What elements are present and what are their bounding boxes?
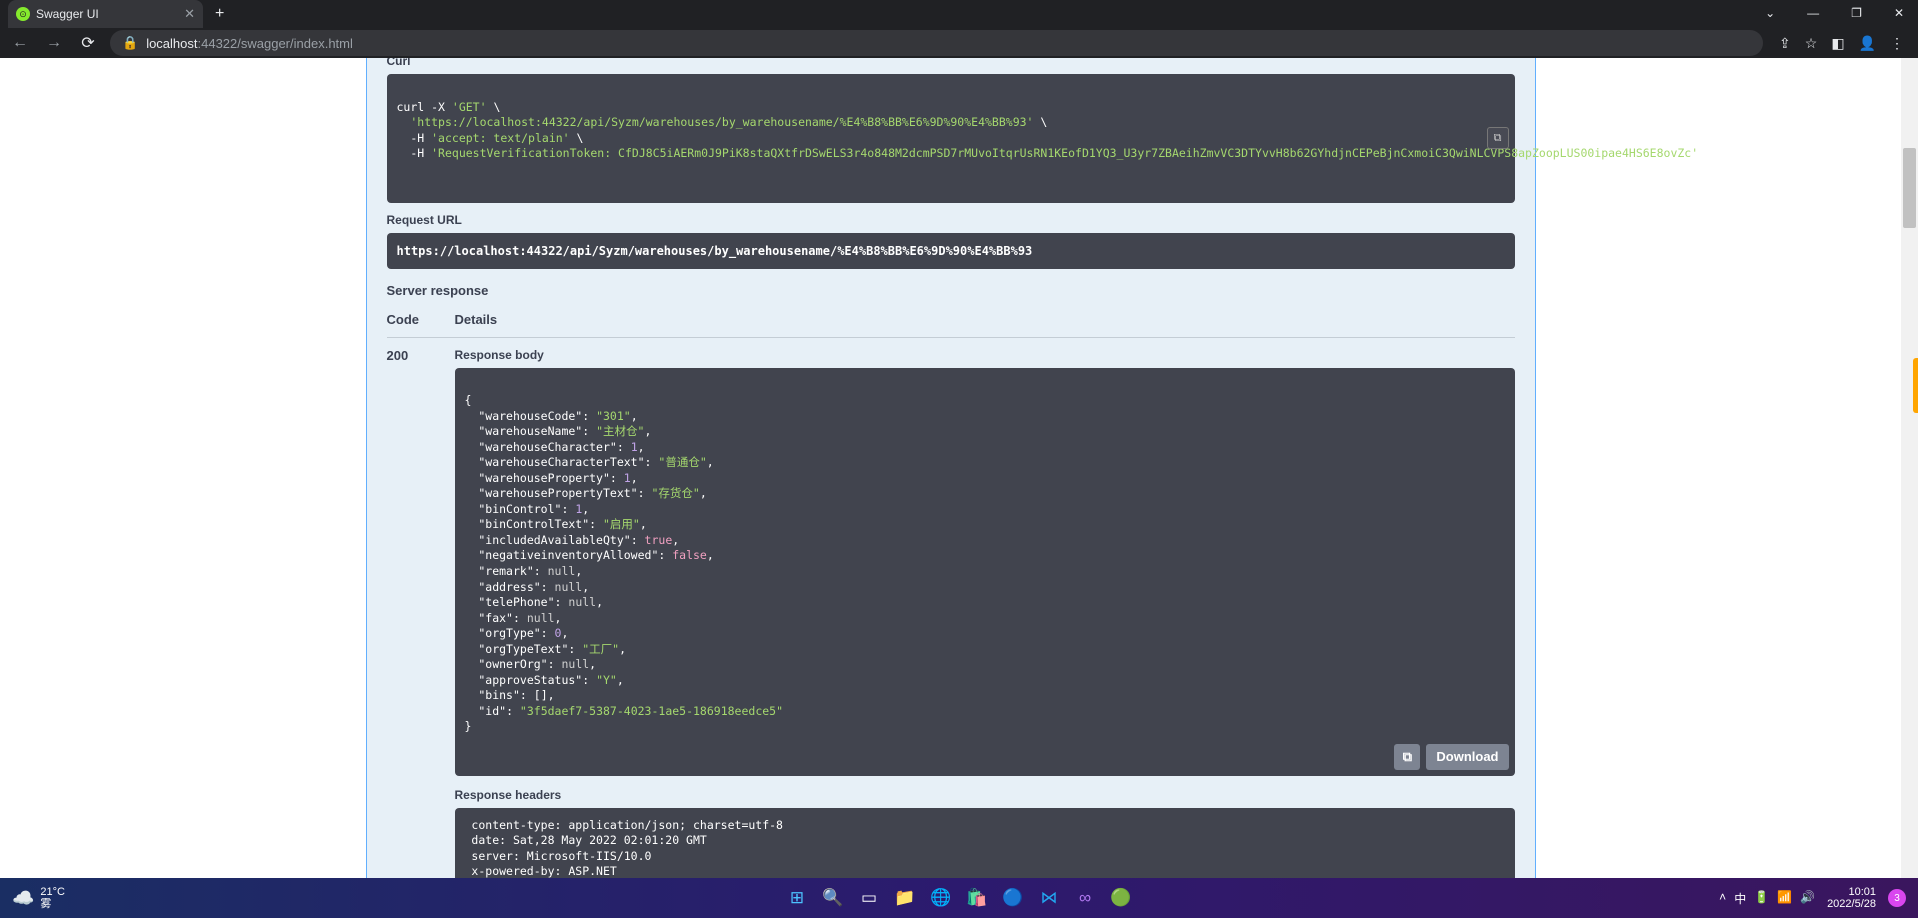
vscode-icon[interactable]: ⋈	[1034, 883, 1064, 913]
response-header-row: Code Details	[387, 304, 1515, 338]
col-code: Code	[387, 312, 455, 327]
weather-widget[interactable]: ☁️ 21°C 雾	[0, 886, 65, 910]
response-body-block: { "warehouseCode": "301", "warehouseName…	[455, 368, 1515, 776]
curl-block: curl -X 'GET' \ 'https://localhost:44322…	[387, 74, 1515, 203]
window-controls: ⌄ — ❐ ✕	[1759, 4, 1910, 22]
tray-chevron-icon[interactable]: ˄	[1719, 890, 1726, 907]
wifi-icon[interactable]: 📶	[1777, 890, 1792, 907]
menu-icon[interactable]: ⋮	[1890, 35, 1904, 52]
profile-icon[interactable]: 👤	[1859, 35, 1876, 52]
back-button[interactable]: ←	[8, 34, 32, 52]
copy-response-button[interactable]: ⧉	[1394, 744, 1420, 770]
weather-icon: ☁️	[12, 888, 34, 909]
search-button[interactable]: 🔍	[818, 883, 848, 913]
curl-label: Curl	[387, 58, 1515, 68]
url-input[interactable]: 🔒 localhost:44322/swagger/index.html	[110, 30, 1763, 56]
response-body-label: Response body	[455, 348, 1515, 362]
tab-bar: ⊙ Swagger UI ✕ + ⌄ — ❐ ✕	[0, 0, 1918, 28]
side-handle-icon[interactable]	[1913, 358, 1918, 413]
visual-studio-icon[interactable]: ∞	[1070, 883, 1100, 913]
chevron-down-icon[interactable]: ⌄	[1759, 4, 1781, 22]
new-tab-button[interactable]: +	[215, 5, 224, 23]
volume-icon[interactable]: 🔊	[1800, 890, 1815, 907]
lock-icon: 🔒	[122, 35, 138, 51]
url-host: localhost	[146, 36, 197, 51]
start-button[interactable]: ⊞	[782, 883, 812, 913]
notification-badge[interactable]: 3	[1888, 889, 1906, 907]
share-icon[interactable]: ⇪	[1779, 35, 1791, 52]
copy-curl-button[interactable]: ⧉	[1487, 127, 1509, 149]
taskbar: ☁️ 21°C 雾 ⊞ 🔍 ▭ 📁 🌐 🛍️ 🔵 ⋈ ∞ 🟢 ˄ 中 🔋 📶 🔊…	[0, 878, 1918, 918]
battery-icon[interactable]: 🔋	[1754, 890, 1769, 907]
reload-button[interactable]: ⟳	[76, 33, 100, 53]
response-code: 200	[387, 348, 455, 363]
response-headers-label: Response headers	[455, 788, 1515, 802]
minimize-icon[interactable]: —	[1801, 4, 1825, 22]
store-icon[interactable]: 🛍️	[962, 883, 992, 913]
date: 2022/5/28	[1827, 898, 1876, 910]
request-url-block: https://localhost:44322/api/Syzm/warehou…	[387, 233, 1515, 269]
address-bar: ← → ⟳ 🔒 localhost:44322/swagger/index.ht…	[0, 28, 1918, 58]
clock[interactable]: 10:01 2022/5/28	[1827, 886, 1876, 910]
weather-desc: 雾	[40, 898, 65, 910]
star-icon[interactable]: ☆	[1805, 35, 1818, 52]
maximize-icon[interactable]: ❐	[1845, 4, 1868, 22]
close-window-icon[interactable]: ✕	[1888, 4, 1910, 22]
operation-panel: Curl curl -X 'GET' \ 'https://localhost:…	[366, 58, 1536, 878]
file-explorer-icon[interactable]: 📁	[890, 883, 920, 913]
tab-title: Swagger UI	[36, 7, 99, 21]
col-details: Details	[455, 312, 498, 327]
chrome-icon[interactable]: 🟢	[1106, 883, 1136, 913]
browser-tab[interactable]: ⊙ Swagger UI ✕	[8, 0, 203, 28]
scrollbar-thumb[interactable]	[1903, 148, 1916, 228]
sidepanel-icon[interactable]: ◧	[1831, 35, 1844, 52]
ime-icon[interactable]: 中	[1734, 890, 1746, 907]
url-path: :44322/swagger/index.html	[198, 36, 353, 51]
request-url-label: Request URL	[387, 213, 1515, 227]
forward-button[interactable]: →	[42, 34, 66, 52]
temperature: 21°C	[40, 886, 65, 898]
response-headers-block: content-type: application/json; charset=…	[455, 808, 1515, 878]
close-tab-icon[interactable]: ✕	[184, 6, 195, 22]
task-view-button[interactable]: ▭	[854, 883, 884, 913]
edge-icon[interactable]: 🌐	[926, 883, 956, 913]
swagger-favicon-icon: ⊙	[16, 7, 30, 21]
download-button[interactable]: Download	[1426, 744, 1508, 770]
app-icon-1[interactable]: 🔵	[998, 883, 1028, 913]
scrollbar-track[interactable]	[1901, 58, 1918, 878]
server-response-label: Server response	[387, 283, 1515, 298]
time: 10:01	[1848, 886, 1876, 898]
